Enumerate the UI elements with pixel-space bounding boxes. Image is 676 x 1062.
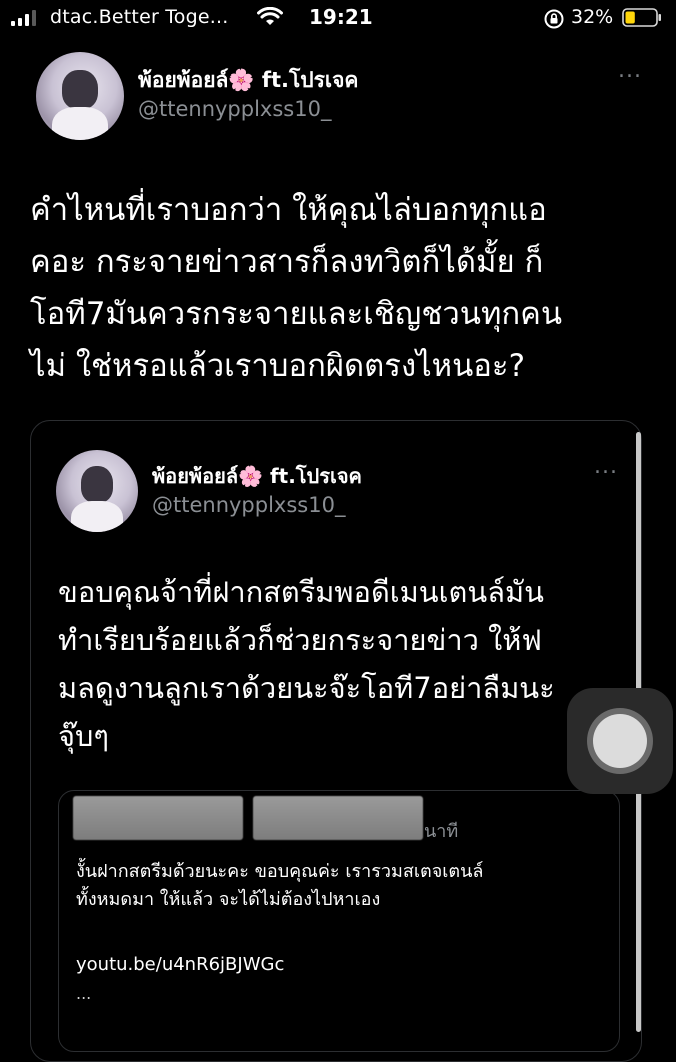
avatar[interactable] [36, 52, 124, 140]
tweet-line: ไม่ ใช่หรอแล้วเราบอกผิดตรงไหนอะ? [30, 348, 526, 384]
quoted-more-options-icon[interactable]: ... [594, 454, 618, 479]
tweet-line: โอที7มันควรกระจายและเชิญชวนทุกคน [30, 296, 563, 332]
nested-line: งั้นฝากสตรีมด้วยนะคะ ขอบคุณค่ะ เรารวมสเต… [76, 861, 484, 882]
tweet-line: คอะ กระจายข่าวสารก็ลงทวิตก็ได้มั้ย ก็ [30, 244, 544, 280]
quoted-display-name[interactable]: พ้อยพ้อยล์🌸 ft.โปรเจค [152, 460, 362, 492]
quoted-avatar[interactable] [56, 450, 138, 532]
redacted-name [73, 796, 243, 840]
quoted-tweet-line: ทำเรียบร้อยแล้วก็ช่วยกระจายข่าว ให้ฟ [58, 623, 542, 657]
more-options-icon[interactable]: ... [618, 58, 642, 83]
quoted-tweet-line: จุ๊บๆ [58, 719, 109, 753]
status-bar: dtac.Better Toge... 19:21 32% [0, 0, 676, 38]
nested-timestamp: นาที [424, 821, 459, 842]
tweet-line: คำไหนที่เราบอกว่า ให้คุณไล่บอกทุกแอ [30, 192, 547, 228]
nested-ellipsis: ... [76, 984, 92, 1003]
cellular-signal-icon [11, 10, 36, 26]
wifi-icon [257, 7, 283, 25]
redacted-handle [253, 796, 423, 840]
quoted-user-handle[interactable]: @ttennypplxss10_ [152, 493, 345, 517]
carrier-name: dtac.Better Toge... [50, 6, 229, 28]
display-name[interactable]: พ้อยพ้อยล์🌸 ft.โปรเจค [138, 64, 358, 97]
quoted-tweet-line: ขอบคุณจ้าที่ฝากสตรีมพอดีเมนเตนล์มัน [58, 575, 544, 609]
assistive-touch-button[interactable] [567, 688, 673, 794]
nested-link[interactable]: youtu.be/u4nR6jBJWGc [76, 954, 284, 975]
rotation-lock-icon [544, 9, 564, 29]
nested-quote-text: งั้นฝากสตรีมด้วยนะคะ ขอบคุณค่ะ เรารวมสเต… [76, 858, 483, 914]
battery-percent: 32% [571, 6, 614, 28]
user-handle[interactable]: @ttennypplxss10_ [138, 97, 331, 121]
quoted-tweet-line: มลดูงานลูกเราด้วยนะจ๊ะโอที7อย่าลืมนะ [58, 671, 555, 705]
clock: 19:21 [309, 5, 373, 29]
nested-line: ทั้งหมดมา ให้แล้ว จะได้ไม่ต้องไปหาเอง [76, 889, 381, 910]
battery-icon [622, 8, 661, 27]
